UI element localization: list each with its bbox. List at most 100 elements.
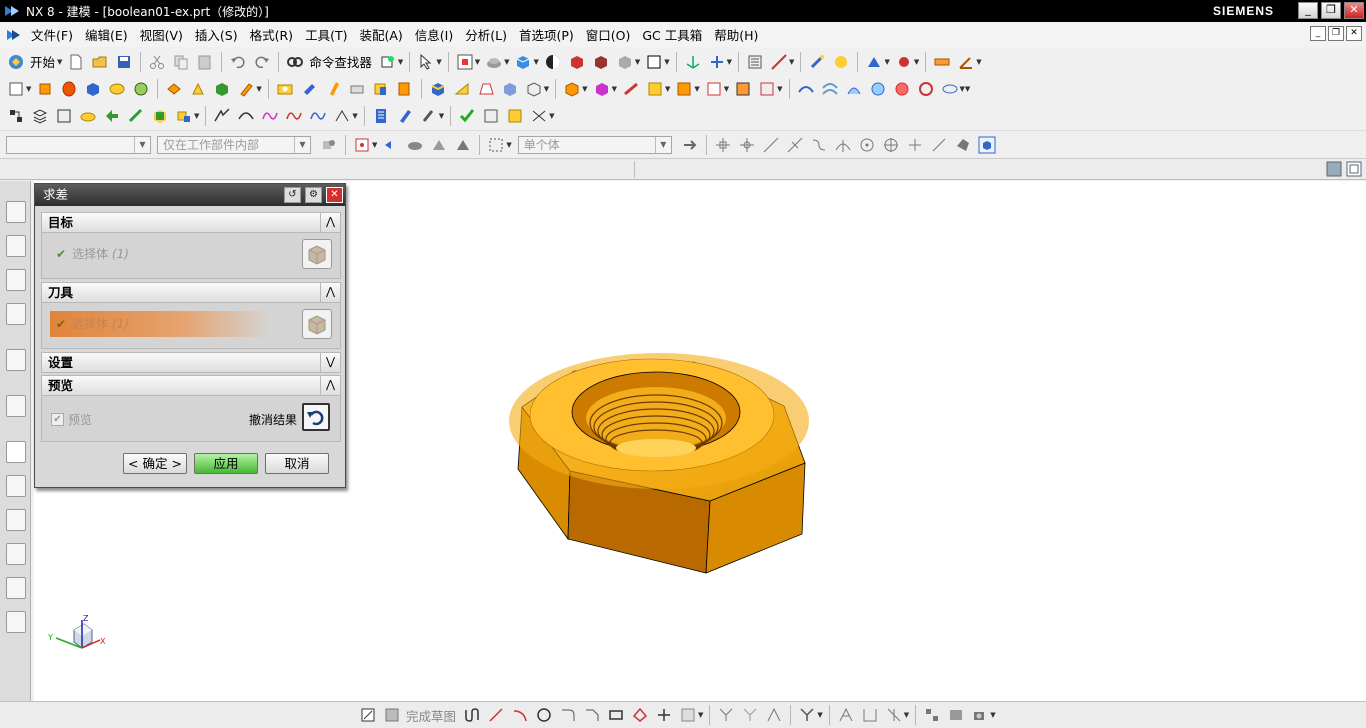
menu-view[interactable]: 视图(V): [134, 25, 189, 44]
show-constraints-icon[interactable]: [885, 706, 903, 724]
copy-icon[interactable]: [172, 53, 190, 71]
trim-body-icon[interactable]: [622, 80, 640, 98]
offset-curve-icon[interactable]: [309, 107, 327, 125]
edit-feature-icon[interactable]: [79, 107, 97, 125]
circle-snap-icon[interactable]: [858, 136, 876, 154]
expression-icon[interactable]: [55, 107, 73, 125]
analysis-icon[interactable]: [808, 53, 826, 71]
render-style-icon[interactable]: [544, 53, 562, 71]
draft-icon[interactable]: [477, 80, 495, 98]
menu-help[interactable]: 帮助(H): [708, 25, 764, 44]
point-icon[interactable]: [655, 706, 673, 724]
restore-layout-icon[interactable]: [1346, 161, 1362, 177]
patch-icon[interactable]: [705, 80, 723, 98]
sketch-pattern-icon[interactable]: [923, 706, 941, 724]
midpoint-snap-icon[interactable]: [738, 136, 756, 154]
clip-view-icon[interactable]: [592, 53, 610, 71]
suppress-icon[interactable]: [151, 107, 169, 125]
ruler-icon[interactable]: [933, 53, 951, 71]
assembly-filter-icon[interactable]: [320, 136, 338, 154]
quick-extend-icon[interactable]: [741, 706, 759, 724]
new-file-icon[interactable]: [67, 53, 85, 71]
material-icon[interactable]: [895, 53, 913, 71]
cylinder-icon[interactable]: [108, 80, 126, 98]
unite-icon[interactable]: [165, 80, 183, 98]
layers-icon[interactable]: [31, 107, 49, 125]
preview-checkbox[interactable]: ✔ 预览: [51, 411, 92, 428]
background-icon[interactable]: [645, 53, 663, 71]
constraint-navigator-icon[interactable]: [6, 235, 26, 257]
paste-icon[interactable]: [196, 53, 214, 71]
hole-icon[interactable]: [276, 80, 294, 98]
slot-icon[interactable]: [372, 80, 390, 98]
minimize-button[interactable]: _: [1298, 2, 1318, 19]
mirror-icon[interactable]: [593, 80, 611, 98]
shaded-view-icon[interactable]: [514, 53, 532, 71]
curve-snap-icon[interactable]: [810, 136, 828, 154]
start-button[interactable]: 开始: [30, 52, 55, 71]
quick-trim-icon[interactable]: [717, 706, 735, 724]
ok-button[interactable]: < 确定 >: [123, 453, 187, 474]
endpoint-snap-icon[interactable]: [714, 136, 732, 154]
wcs-icon[interactable]: [684, 53, 702, 71]
menu-file[interactable]: 文件(F): [25, 25, 79, 44]
doc-restore-button[interactable]: ❐: [1328, 26, 1344, 41]
undo-icon[interactable]: [229, 53, 247, 71]
chevron-down-icon[interactable]: ⋁: [320, 352, 340, 373]
layer-settings-icon[interactable]: [746, 53, 764, 71]
pencil-icon[interactable]: [396, 107, 414, 125]
system-materials-icon[interactable]: [6, 475, 26, 497]
report-icon[interactable]: [506, 107, 524, 125]
chamfer-sketch-icon[interactable]: [583, 706, 601, 724]
cut-icon[interactable]: [148, 53, 166, 71]
geometric-constraint-icon[interactable]: [861, 706, 879, 724]
settings-gear-icon[interactable]: ⚙: [305, 187, 322, 203]
replay-icon[interactable]: [103, 107, 121, 125]
intersection-snap-icon[interactable]: [786, 136, 804, 154]
angle-icon[interactable]: [957, 53, 975, 71]
finish-sketch-icon[interactable]: [383, 706, 401, 724]
offset-surface-icon[interactable]: [917, 80, 935, 98]
rectangle-icon[interactable]: [607, 706, 625, 724]
settings-section-header[interactable]: 设置 ⋁: [41, 352, 341, 373]
chevron-up-icon[interactable]: ⋀: [320, 282, 340, 303]
sphere-icon[interactable]: [132, 80, 150, 98]
assembly-navigator-icon[interactable]: [6, 201, 26, 223]
sketch-icon[interactable]: [7, 80, 25, 98]
swept-icon[interactable]: [845, 80, 863, 98]
arrow-right-icon[interactable]: [681, 136, 699, 154]
dimension-icon[interactable]: [837, 706, 855, 724]
edge-blend-icon[interactable]: [429, 80, 447, 98]
nx-menu-icon[interactable]: [6, 27, 22, 43]
command-finder-button[interactable]: 命令查找器: [309, 52, 372, 71]
split-body-icon[interactable]: [646, 80, 664, 98]
surface-point-snap-icon[interactable]: [954, 136, 972, 154]
sketch-task-icon[interactable]: [359, 706, 377, 724]
part-navigator-icon[interactable]: [6, 269, 26, 291]
menu-window[interactable]: 窗口(O): [580, 25, 637, 44]
wrench-icon[interactable]: [420, 107, 438, 125]
validate-icon[interactable]: [482, 107, 500, 125]
web-browser-icon[interactable]: [6, 349, 26, 371]
target-section-header[interactable]: 目标 ⋀: [41, 212, 341, 233]
face-filter-icon[interactable]: [454, 136, 472, 154]
selection-scope-combo[interactable]: 仅在工作部件内部 ▼: [157, 135, 311, 154]
feature-filter-icon[interactable]: [430, 136, 448, 154]
menu-assembly[interactable]: 装配(A): [353, 25, 408, 44]
cancel-button[interactable]: 取消: [265, 453, 329, 474]
polygon-icon[interactable]: [631, 706, 649, 724]
constraint-icon[interactable]: [798, 706, 816, 724]
rectangle-select-icon[interactable]: [487, 136, 505, 154]
target-select-body[interactable]: ✔ 选择体 (1): [50, 241, 270, 267]
fit-view-icon[interactable]: [456, 53, 474, 71]
close-icon[interactable]: ✕: [326, 187, 343, 203]
move-icon[interactable]: [708, 53, 726, 71]
intersect-icon[interactable]: [213, 80, 231, 98]
chamfer-icon[interactable]: [453, 80, 471, 98]
start-icon[interactable]: [7, 53, 25, 71]
history-icon[interactable]: [6, 395, 26, 417]
info-list-icon[interactable]: [372, 107, 390, 125]
selection-filter-icon[interactable]: [417, 53, 435, 71]
assembly-icon[interactable]: [175, 107, 193, 125]
type-filter-combo[interactable]: ▼: [6, 135, 151, 154]
